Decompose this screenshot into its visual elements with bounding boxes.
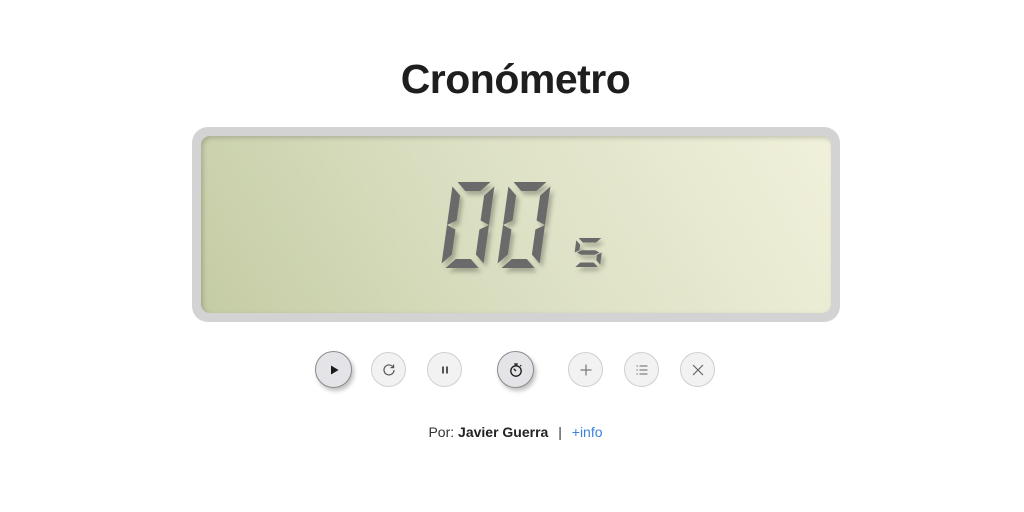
close-button[interactable] — [680, 352, 715, 387]
lcd-display-frame — [192, 127, 840, 322]
reset-button[interactable] — [371, 352, 406, 387]
lcd-segment — [480, 186, 495, 225]
lcd-segment — [475, 225, 489, 264]
list-icon — [636, 365, 647, 374]
lcd-segment — [574, 240, 581, 253]
page-title: Cronómetro — [400, 56, 631, 102]
pause-icon — [441, 366, 448, 373]
lcd-segment — [457, 182, 491, 191]
lcd-segment — [578, 238, 602, 243]
play-button[interactable] — [315, 351, 352, 388]
stopwatch-page: Cronómetro Por: Javier Guerra | +info — [0, 0, 1024, 512]
lcd-segment — [536, 186, 551, 225]
play-icon — [330, 365, 338, 374]
stopwatch-mode-button[interactable] — [497, 351, 534, 388]
lcd-segment — [513, 182, 547, 191]
lcd-segment — [596, 252, 602, 265]
author-name: Javier Guerra — [458, 424, 549, 440]
lcd-segment — [445, 259, 479, 268]
stopwatch-icon — [509, 362, 522, 377]
lcd-digits — [441, 182, 602, 268]
lcd-segment — [441, 225, 456, 264]
plus-icon — [580, 364, 591, 375]
reset-icon — [382, 363, 395, 375]
close-icon — [692, 364, 703, 375]
footer-credits: Por: Javier Guerra | +info — [0, 424, 1024, 440]
lcd-segment — [575, 262, 598, 267]
lcd-unit — [574, 238, 602, 267]
lcd-digit — [497, 182, 551, 268]
footer-separator: | — [558, 424, 562, 440]
lcd-segment — [501, 259, 535, 268]
lcd-display — [201, 136, 831, 313]
lcd-segment — [577, 250, 600, 255]
add-button[interactable] — [568, 352, 603, 387]
lcd-segment — [531, 225, 545, 264]
lcd-segment — [497, 225, 512, 264]
info-link[interactable]: +info — [572, 424, 603, 440]
by-label: Por: — [428, 424, 455, 440]
pause-button[interactable] — [427, 352, 462, 387]
lcd-segment — [503, 186, 517, 225]
laps-list-button[interactable] — [624, 352, 659, 387]
lcd-segment — [447, 186, 461, 225]
lcd-digit — [441, 182, 495, 268]
